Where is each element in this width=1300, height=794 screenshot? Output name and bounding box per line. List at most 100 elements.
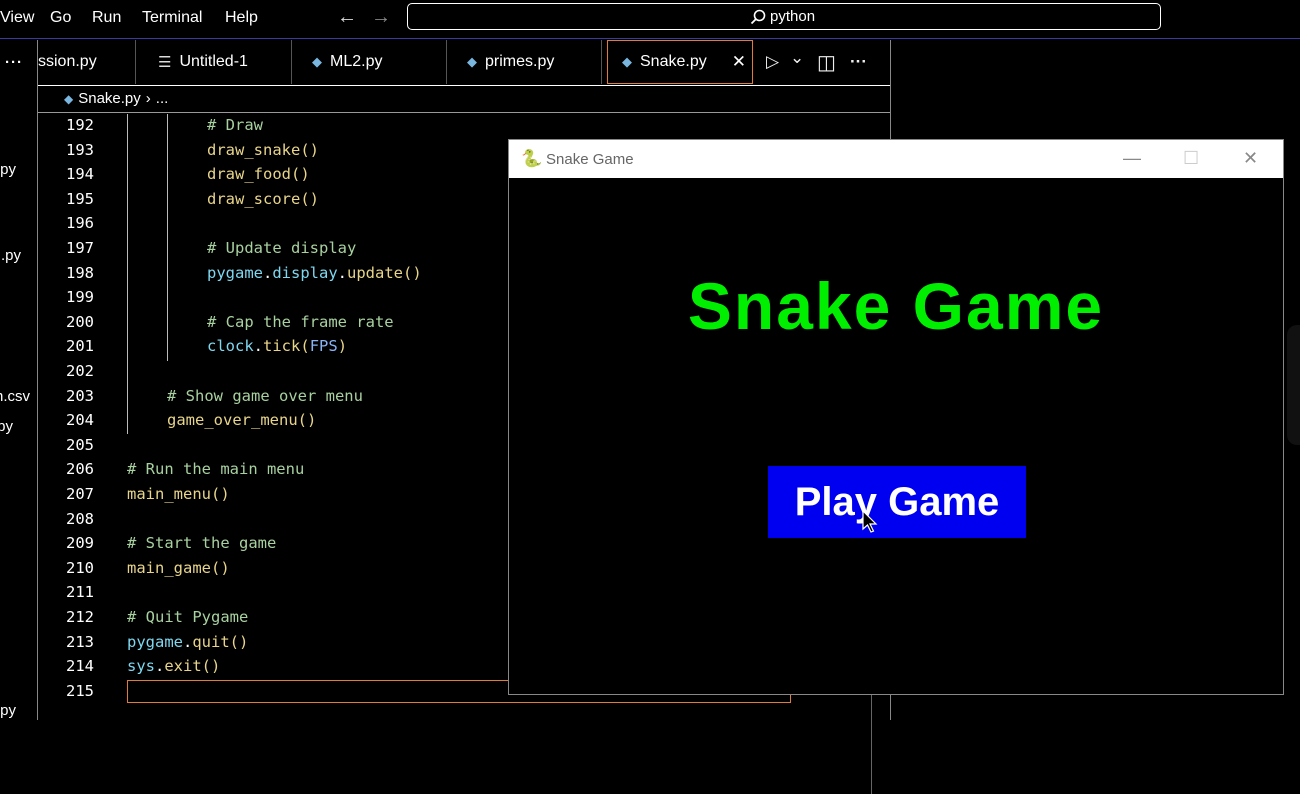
python-file-icon: ◆ bbox=[312, 54, 322, 69]
code-line[interactable]: draw_food() bbox=[207, 165, 310, 183]
close-window-icon[interactable]: ✕ bbox=[1243, 148, 1258, 169]
tab-untitled[interactable]: ☰ Untitled-1 bbox=[136, 40, 292, 84]
window-title: Snake Game bbox=[546, 151, 634, 168]
explorer-item[interactable]: py bbox=[0, 702, 16, 719]
code-token: () bbox=[201, 657, 221, 676]
maximize-icon[interactable]: ☐ bbox=[1183, 148, 1199, 169]
editor-tab-bar: ssion.py ☰ Untitled-1 ◆ ML2.py ◆ primes.… bbox=[38, 40, 890, 86]
menu-terminal[interactable]: Terminal bbox=[142, 9, 202, 27]
line-number: 212 bbox=[66, 608, 94, 626]
code-line[interactable]: sys.exit() bbox=[127, 657, 220, 675]
pygame-icon: 🐍 bbox=[521, 149, 543, 168]
back-arrow-icon[interactable]: ← bbox=[337, 6, 357, 29]
code-token: . bbox=[337, 263, 348, 282]
indent-guide bbox=[127, 114, 128, 434]
explorer-item[interactable]: py bbox=[0, 418, 13, 435]
tab-session[interactable]: ssion.py bbox=[38, 40, 136, 84]
side-panel-edge bbox=[1287, 325, 1300, 445]
code-token: tick bbox=[263, 337, 301, 356]
search-text: python bbox=[770, 8, 816, 25]
minimize-icon[interactable]: — bbox=[1123, 148, 1141, 169]
line-number: 213 bbox=[66, 632, 94, 651]
tab-label: Untitled-1 bbox=[179, 53, 248, 70]
explorer-item[interactable]: .py bbox=[0, 161, 16, 178]
breadcrumb-divider bbox=[38, 112, 890, 113]
code-line[interactable]: # Show game over menu bbox=[167, 387, 363, 405]
menu-go[interactable]: Go bbox=[50, 9, 71, 27]
split-editor-icon[interactable]: ◫ bbox=[817, 50, 836, 75]
line-number: 203 bbox=[66, 386, 94, 405]
code-line[interactable]: main_game() bbox=[127, 559, 230, 577]
code-line[interactable]: draw_score() bbox=[207, 190, 319, 208]
code-token: pygame bbox=[207, 263, 263, 282]
code-token: () bbox=[211, 558, 230, 577]
line-number: 201 bbox=[66, 337, 94, 356]
code-line[interactable]: # Start the game bbox=[127, 534, 276, 552]
code-token: game_over_menu bbox=[167, 411, 298, 430]
breadcrumb-file[interactable]: Snake.py bbox=[78, 90, 141, 107]
code-token: clock bbox=[207, 337, 254, 356]
code-token: () bbox=[211, 485, 230, 503]
run-icon[interactable]: ▷ bbox=[766, 52, 779, 72]
code-line[interactable]: clock.tick(FPS) bbox=[207, 337, 347, 355]
indent-guide bbox=[167, 114, 168, 361]
tab-ml2[interactable]: ◆ ML2.py bbox=[292, 40, 447, 84]
code-line[interactable]: pygame.quit() bbox=[127, 633, 248, 651]
explorer-item[interactable]: .py bbox=[1, 247, 21, 264]
menu-view[interactable]: View bbox=[0, 9, 34, 27]
code-token: () bbox=[229, 632, 249, 651]
code-token: exit bbox=[164, 657, 202, 676]
code-token: () bbox=[300, 189, 319, 208]
forward-arrow-icon[interactable]: → bbox=[371, 6, 391, 29]
tab-label: primes.py bbox=[485, 53, 555, 70]
code-line[interactable]: main_menu() bbox=[127, 485, 230, 503]
tab-label: Snake.py bbox=[640, 53, 707, 70]
code-line[interactable]: # Draw bbox=[207, 116, 263, 134]
code-token: # Update display bbox=[207, 239, 357, 257]
explorer-item[interactable]: n.csv bbox=[0, 388, 30, 405]
breadcrumb-rest[interactable]: ... bbox=[156, 90, 169, 107]
game-title: Snake Game bbox=[687, 269, 1105, 343]
menu-bar: View Go Run Terminal Help ← → python bbox=[0, 0, 1300, 39]
line-number: 192 bbox=[66, 116, 94, 134]
code-line[interactable]: draw_snake() bbox=[207, 141, 319, 159]
code-token: . bbox=[263, 263, 273, 282]
code-line[interactable]: pygame.display.update() bbox=[207, 264, 422, 282]
line-number: 199 bbox=[66, 288, 94, 307]
window-titlebar[interactable]: 🐍 Snake Game — ☐ ✕ bbox=[509, 140, 1283, 178]
line-number: 193 bbox=[66, 140, 94, 159]
more-actions-icon[interactable]: ··· bbox=[850, 52, 867, 72]
command-center-search[interactable]: python bbox=[407, 3, 1161, 30]
line-number: 204 bbox=[66, 411, 94, 430]
code-token: draw_food bbox=[207, 165, 291, 184]
tab-label: ML2.py bbox=[330, 53, 383, 70]
run-dropdown-icon[interactable]: ⌄ bbox=[790, 48, 804, 68]
code-token: draw_score bbox=[207, 189, 301, 208]
code-line[interactable]: # Run the main menu bbox=[127, 460, 304, 478]
code-token: ) bbox=[337, 337, 348, 356]
code-line[interactable]: # Quit Pygame bbox=[127, 608, 248, 626]
line-number: 200 bbox=[66, 312, 94, 331]
code-line[interactable]: # Cap the frame rate bbox=[207, 313, 394, 331]
python-file-icon: ◆ bbox=[467, 54, 477, 69]
breadcrumb: ◆ Snake.py › ... bbox=[64, 90, 168, 107]
line-number: 211 bbox=[66, 583, 94, 602]
tab-primes[interactable]: ◆ primes.py bbox=[447, 40, 602, 84]
code-token: ( bbox=[300, 337, 310, 356]
tab-snake[interactable]: ◆ Snake.py ✕ bbox=[607, 40, 753, 84]
line-number: 194 bbox=[66, 165, 94, 184]
play-game-button[interactable]: Play Game bbox=[768, 466, 1026, 538]
code-token: display bbox=[272, 263, 338, 282]
line-number: 202 bbox=[66, 362, 94, 380]
code-token: # Cap the frame rate bbox=[207, 312, 394, 331]
code-line[interactable]: # Update display bbox=[207, 239, 356, 257]
code-line[interactable]: game_over_menu() bbox=[167, 411, 316, 429]
text-file-icon: ☰ bbox=[158, 54, 172, 71]
close-tab-icon[interactable]: ✕ bbox=[732, 52, 746, 72]
menu-help[interactable]: Help bbox=[225, 9, 258, 27]
code-token: quit bbox=[192, 632, 230, 651]
menu-run[interactable]: Run bbox=[92, 9, 121, 27]
code-token: # Start the game bbox=[127, 534, 277, 553]
explorer-more-icon[interactable]: ··· bbox=[5, 54, 23, 71]
line-number: 195 bbox=[66, 189, 94, 208]
